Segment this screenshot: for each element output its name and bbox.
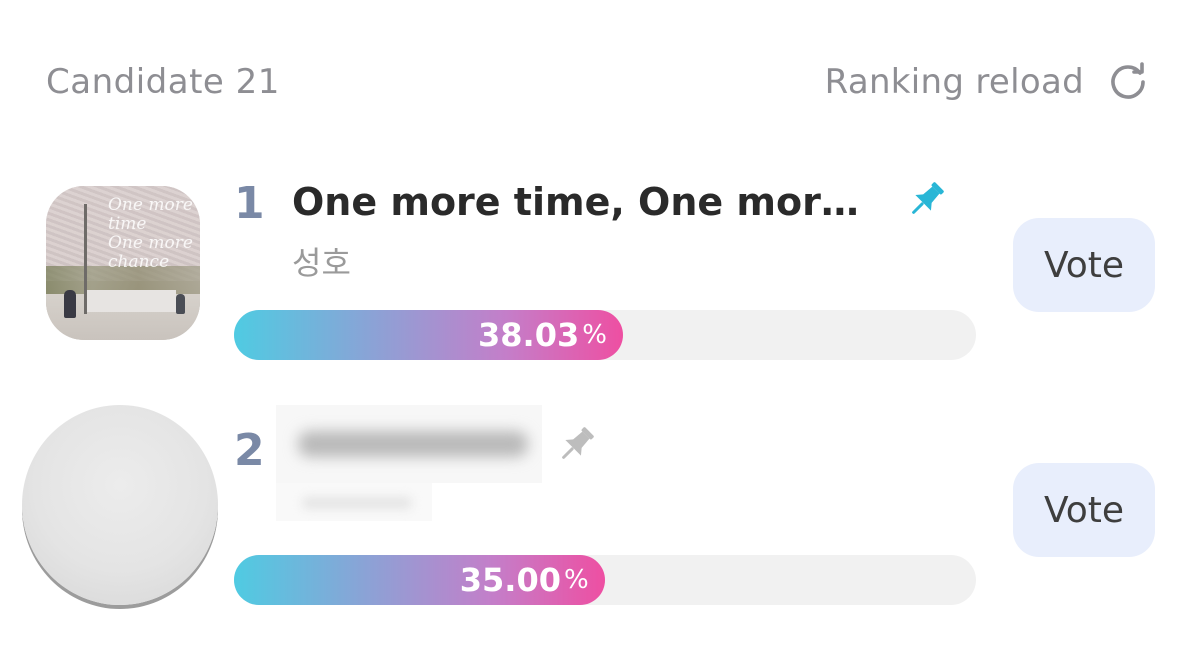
vote-share-fill: 38.03 % <box>234 310 623 360</box>
artist-name-blurred <box>276 483 432 521</box>
ranking-page: Candidate 21 Ranking reload One more time… <box>0 0 1200 647</box>
song-title-blurred <box>276 405 542 483</box>
percent-symbol: % <box>582 320 607 350</box>
pin-icon[interactable] <box>554 423 598 467</box>
vote-button[interactable]: Vote <box>1013 218 1155 312</box>
song-title: One more time, One more... <box>292 180 882 224</box>
album-cover-placeholder <box>22 405 218 605</box>
vote-button[interactable]: Vote <box>1013 463 1155 557</box>
album-cover-thumbnail: One more time One more chance <box>46 186 200 340</box>
ranking-reload-button[interactable]: Ranking reload <box>825 60 1150 104</box>
vote-share-fill: 35.00 % <box>234 555 605 605</box>
vote-share-bar: 35.00 % <box>234 555 976 605</box>
vote-share-percent: 35.00 <box>459 561 561 599</box>
refresh-icon[interactable] <box>1106 60 1150 104</box>
rank-number: 1 <box>234 178 265 229</box>
ranking-reload-label: Ranking reload <box>824 62 1084 102</box>
pin-icon[interactable] <box>904 178 948 222</box>
artist-name: 성호 <box>292 244 351 282</box>
candidate-count: Candidate 21 <box>46 62 280 102</box>
vote-share-bar: 38.03 % <box>234 310 976 360</box>
rank-number: 2 <box>234 425 265 476</box>
percent-symbol: % <box>563 565 589 595</box>
vote-share-percent: 38.03 <box>478 316 580 354</box>
